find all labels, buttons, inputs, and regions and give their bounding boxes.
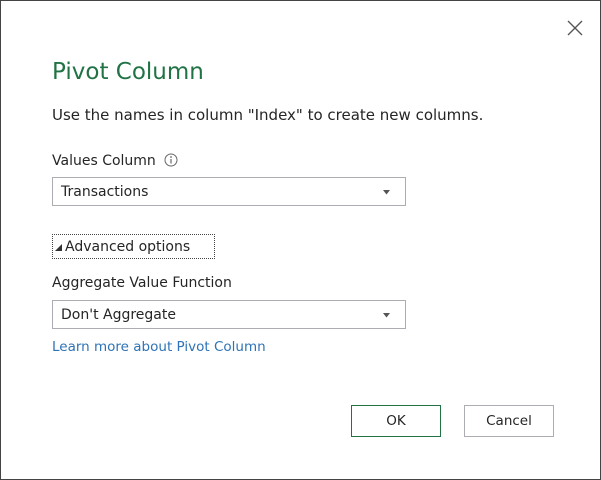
- advanced-options-label: Advanced options: [65, 239, 191, 255]
- values-column-label: Values Column: [52, 153, 156, 169]
- values-column-selected: Transactions: [61, 184, 149, 200]
- chevron-down-icon: [383, 313, 390, 318]
- dialog-description: Use the names in column "Index" to creat…: [52, 106, 484, 124]
- advanced-options-toggle[interactable]: Advanced options: [52, 234, 215, 259]
- values-column-label-row: Values Column: [52, 152, 178, 170]
- close-button[interactable]: [565, 18, 585, 38]
- cancel-button[interactable]: Cancel: [464, 405, 554, 437]
- dialog-title: Pivot Column: [52, 59, 204, 85]
- aggregate-function-selected: Don't Aggregate: [61, 307, 176, 323]
- info-icon[interactable]: [164, 153, 178, 167]
- learn-more-link[interactable]: Learn more about Pivot Column: [52, 338, 266, 356]
- chevron-down-icon: [383, 190, 390, 195]
- aggregate-function-dropdown[interactable]: Don't Aggregate: [52, 300, 406, 329]
- close-icon: [567, 20, 583, 36]
- pivot-column-dialog: Pivot Column Use the names in column "In…: [0, 0, 601, 480]
- expand-triangle-icon: [55, 244, 62, 251]
- aggregate-value-function-label: Aggregate Value Function: [52, 275, 232, 291]
- values-column-dropdown[interactable]: Transactions: [52, 177, 406, 206]
- ok-button[interactable]: OK: [351, 405, 441, 437]
